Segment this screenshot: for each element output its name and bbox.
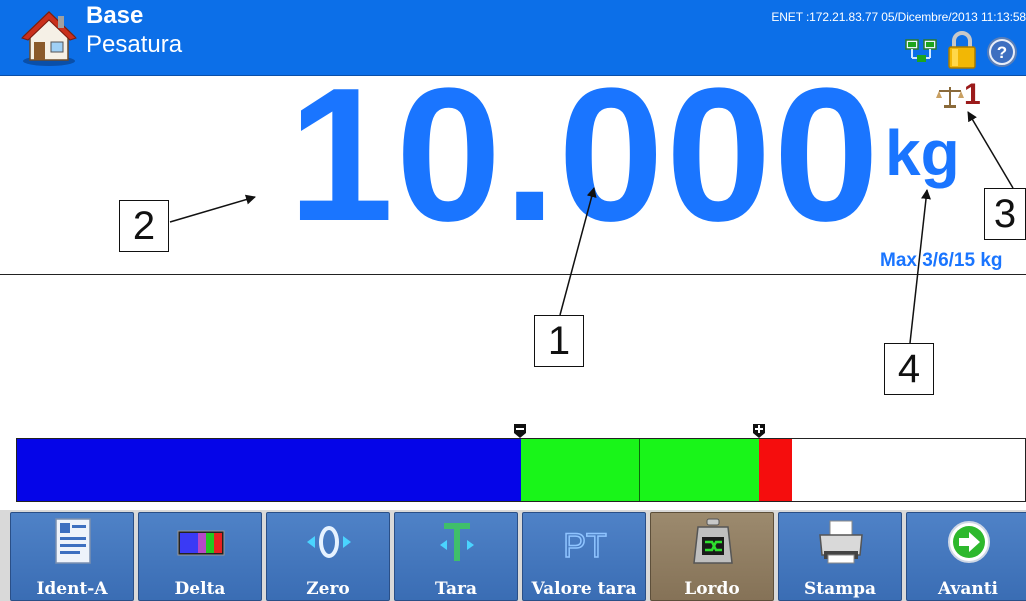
app-subtitle: Pesatura [86, 31, 183, 58]
network-icon[interactable] [904, 38, 940, 64]
callout-3: 3 [984, 188, 1026, 240]
bar-over-segment [759, 439, 792, 501]
smarttrac-bar [16, 438, 1026, 502]
tolerance-markers [514, 424, 765, 438]
preset-tare-icon: PT [563, 526, 608, 566]
svg-text:PT: PT [563, 527, 606, 565]
bar-tolerance-high-segment [640, 439, 759, 501]
delta-bars-icon [177, 530, 225, 556]
softkey-lordo[interactable]: Lordo [650, 512, 774, 601]
softkey-row: Ident-A Delta Zero Tara PT Valore tara L… [0, 510, 1026, 601]
tare-icon [440, 523, 474, 561]
weight-value: 10.000 [288, 49, 882, 261]
divider [0, 274, 1026, 275]
bar-under-segment [17, 439, 521, 501]
printer-icon [819, 520, 863, 564]
help-icon[interactable]: ? [986, 36, 1018, 68]
softkey-label: Zero [306, 579, 350, 599]
softkey-tara[interactable]: Tara [394, 512, 518, 601]
softkey-label: Tara [434, 579, 477, 599]
softkey-zero[interactable]: Zero [266, 512, 390, 601]
plus-tolerance-marker [753, 424, 765, 438]
svg-text:?: ? [997, 43, 1007, 62]
callout-4: 4 [884, 343, 934, 395]
softkey-label: Lordo [684, 579, 740, 599]
bar-tolerance-low-segment [521, 439, 640, 501]
capacity-label: Max 3/6/15 kg [880, 250, 1003, 271]
callout-1: 1 [534, 315, 584, 367]
scale-balance-icon [936, 87, 964, 108]
arrow-3 [967, 111, 1014, 189]
weight-unit: kg [885, 117, 960, 189]
id-card-icon [55, 518, 91, 564]
softkey-label: Valore tara [531, 579, 637, 599]
home-icon[interactable] [20, 8, 78, 68]
arrow-2 [169, 194, 256, 223]
softkey-label: Ident-A [36, 579, 108, 599]
scale-number: 1 [964, 78, 981, 111]
softkey-label: Stampa [803, 579, 877, 599]
next-arrow-icon [948, 521, 990, 563]
minus-tolerance-marker [514, 424, 526, 438]
zero-icon [307, 526, 351, 558]
softkey-ident-a[interactable]: Ident-A [10, 512, 134, 601]
callout-2: 2 [119, 200, 169, 252]
softkey-stampa[interactable]: Stampa [778, 512, 902, 601]
lock-icon[interactable] [946, 30, 978, 70]
softkey-label: Avanti [937, 579, 999, 599]
softkey-label: Delta [174, 579, 226, 599]
status-line: ENET :172.21.83.77 05/Dicembre/2013 11:1… [771, 10, 1026, 24]
softkey-valore-tara[interactable]: PT Valore tara [522, 512, 646, 601]
softkey-delta[interactable]: Delta [138, 512, 262, 601]
softkey-avanti[interactable]: Avanti [906, 512, 1026, 601]
gross-weight-icon [693, 518, 733, 564]
app-title: Base [86, 2, 144, 29]
